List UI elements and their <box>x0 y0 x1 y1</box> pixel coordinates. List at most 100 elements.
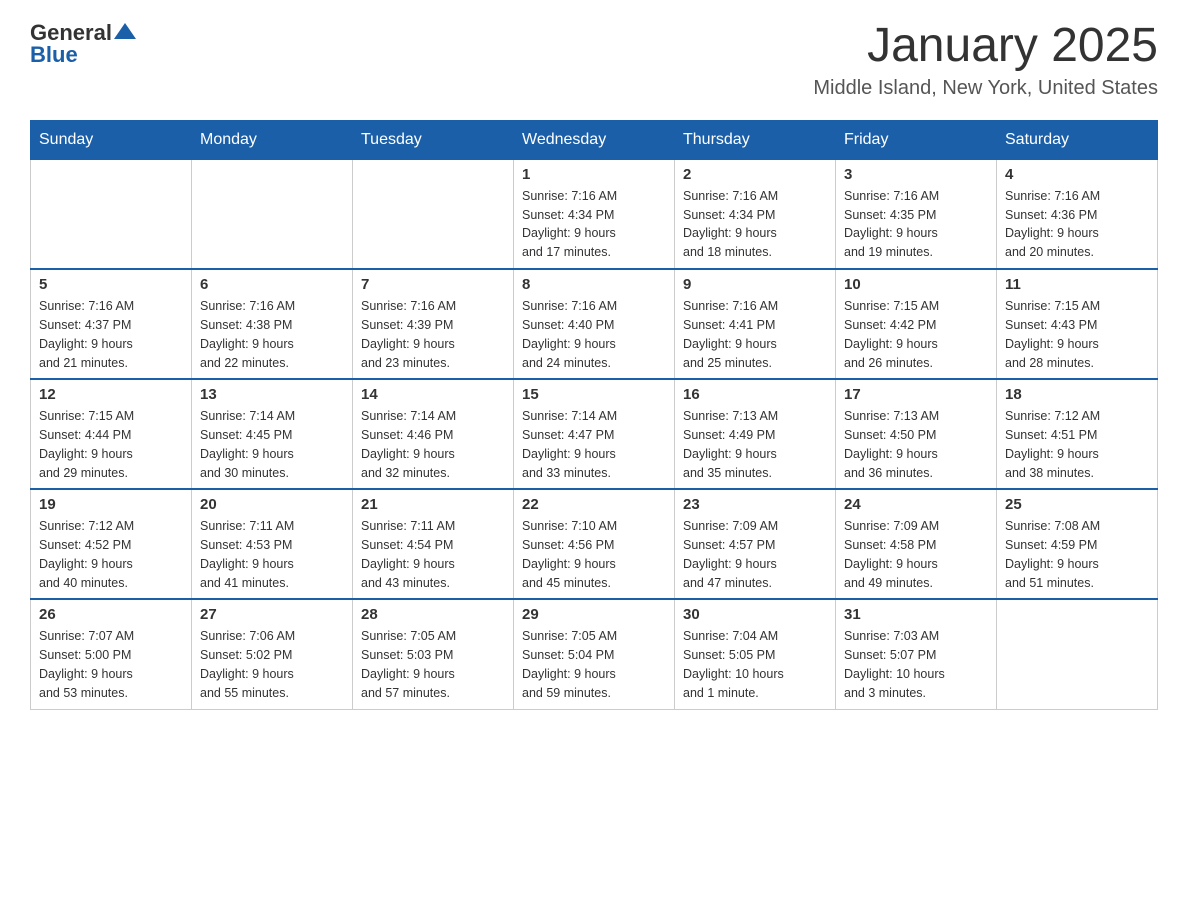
day-number: 4 <box>1005 166 1149 183</box>
weekday-header-tuesday: Tuesday <box>353 120 514 159</box>
day-info: Sunrise: 7:16 AM Sunset: 4:34 PM Dayligh… <box>522 187 666 262</box>
day-info: Sunrise: 7:11 AM Sunset: 4:53 PM Dayligh… <box>200 517 344 592</box>
calendar-cell: 24 Sunrise: 7:09 AM Sunset: 4:58 PM Dayli… <box>836 489 997 599</box>
day-info: Sunrise: 7:15 AM Sunset: 4:43 PM Dayligh… <box>1005 297 1149 372</box>
calendar-cell: 5Sunrise: 7:16 AM Sunset: 4:37 PM Daylig… <box>31 269 192 379</box>
calendar-cell: 7 Sunrise: 7:16 AM Sunset: 4:39 PM Daylig… <box>353 269 514 379</box>
day-number: 5 <box>39 276 183 293</box>
calendar-cell: 21 Sunrise: 7:11 AM Sunset: 4:54 PM Dayli… <box>353 489 514 599</box>
day-info: Sunrise: 7:11 AM Sunset: 4:54 PM Dayligh… <box>361 517 505 592</box>
location-title: Middle Island, New York, United States <box>813 77 1158 100</box>
calendar-cell: 10 Sunrise: 7:15 AM Sunset: 4:42 PM Dayli… <box>836 269 997 379</box>
weekday-header-friday: Friday <box>836 120 997 159</box>
day-number: 13 <box>200 386 344 403</box>
day-info: Sunrise: 7:05 AM Sunset: 5:04 PM Dayligh… <box>522 627 666 702</box>
day-info: Sunrise: 7:16 AM Sunset: 4:36 PM Dayligh… <box>1005 187 1149 262</box>
calendar-cell: 19 Sunrise: 7:12 AM Sunset: 4:52 PM Dayli… <box>31 489 192 599</box>
day-info: Sunrise: 7:16 AM Sunset: 4:39 PM Dayligh… <box>361 297 505 372</box>
calendar-cell <box>192 159 353 269</box>
calendar-cell: 28Sunrise: 7:05 AM Sunset: 5:03 PM Dayli… <box>353 599 514 709</box>
calendar-cell: 27 Sunrise: 7:06 AM Sunset: 5:02 PM Dayli… <box>192 599 353 709</box>
calendar-cell: 23Sunrise: 7:09 AM Sunset: 4:57 PM Dayli… <box>675 489 836 599</box>
month-title: January 2025 <box>813 20 1158 73</box>
calendar-week-row: 1Sunrise: 7:16 AM Sunset: 4:34 PM Daylig… <box>31 159 1158 269</box>
calendar-week-row: 5Sunrise: 7:16 AM Sunset: 4:37 PM Daylig… <box>31 269 1158 379</box>
day-info: Sunrise: 7:14 AM Sunset: 4:47 PM Dayligh… <box>522 407 666 482</box>
day-info: Sunrise: 7:16 AM Sunset: 4:35 PM Dayligh… <box>844 187 988 262</box>
day-number: 16 <box>683 386 827 403</box>
day-info: Sunrise: 7:14 AM Sunset: 4:45 PM Dayligh… <box>200 407 344 482</box>
weekday-header-wednesday: Wednesday <box>514 120 675 159</box>
weekday-header-thursday: Thursday <box>675 120 836 159</box>
day-info: Sunrise: 7:15 AM Sunset: 4:44 PM Dayligh… <box>39 407 183 482</box>
day-info: Sunrise: 7:16 AM Sunset: 4:41 PM Dayligh… <box>683 297 827 372</box>
day-number: 15 <box>522 386 666 403</box>
calendar-cell: 22 Sunrise: 7:10 AM Sunset: 4:56 PM Dayli… <box>514 489 675 599</box>
day-number: 21 <box>361 496 505 513</box>
day-number: 17 <box>844 386 988 403</box>
day-number: 7 <box>361 276 505 293</box>
day-number: 30 <box>683 606 827 623</box>
day-number: 26 <box>39 606 183 623</box>
day-info: Sunrise: 7:10 AM Sunset: 4:56 PM Dayligh… <box>522 517 666 592</box>
day-info: Sunrise: 7:06 AM Sunset: 5:02 PM Dayligh… <box>200 627 344 702</box>
day-number: 3 <box>844 166 988 183</box>
day-number: 19 <box>39 496 183 513</box>
day-number: 20 <box>200 496 344 513</box>
calendar-cell: 8Sunrise: 7:16 AM Sunset: 4:40 PM Daylig… <box>514 269 675 379</box>
day-info: Sunrise: 7:12 AM Sunset: 4:52 PM Dayligh… <box>39 517 183 592</box>
calendar-cell: 30 Sunrise: 7:04 AM Sunset: 5:05 PM Dayli… <box>675 599 836 709</box>
weekday-header-row: SundayMondayTuesdayWednesdayThursdayFrid… <box>31 120 1158 159</box>
day-info: Sunrise: 7:03 AM Sunset: 5:07 PM Dayligh… <box>844 627 988 702</box>
calendar-cell <box>31 159 192 269</box>
calendar-week-row: 19 Sunrise: 7:12 AM Sunset: 4:52 PM Dayli… <box>31 489 1158 599</box>
day-number: 29 <box>522 606 666 623</box>
calendar-cell: 25Sunrise: 7:08 AM Sunset: 4:59 PM Dayli… <box>997 489 1158 599</box>
day-number: 28 <box>361 606 505 623</box>
day-info: Sunrise: 7:04 AM Sunset: 5:05 PM Dayligh… <box>683 627 827 702</box>
day-info: Sunrise: 7:09 AM Sunset: 4:58 PM Dayligh… <box>844 517 988 592</box>
day-number: 27 <box>200 606 344 623</box>
day-number: 11 <box>1005 276 1149 293</box>
calendar-cell: 1Sunrise: 7:16 AM Sunset: 4:34 PM Daylig… <box>514 159 675 269</box>
calendar-cell: 13 Sunrise: 7:14 AM Sunset: 4:45 PM Dayli… <box>192 379 353 489</box>
calendar-cell: 9Sunrise: 7:16 AM Sunset: 4:41 PM Daylig… <box>675 269 836 379</box>
day-info: Sunrise: 7:15 AM Sunset: 4:42 PM Dayligh… <box>844 297 988 372</box>
calendar-cell: 20 Sunrise: 7:11 AM Sunset: 4:53 PM Dayli… <box>192 489 353 599</box>
calendar-week-row: 26Sunrise: 7:07 AM Sunset: 5:00 PM Dayli… <box>31 599 1158 709</box>
day-info: Sunrise: 7:16 AM Sunset: 4:34 PM Dayligh… <box>683 187 827 262</box>
day-number: 2 <box>683 166 827 183</box>
weekday-header-saturday: Saturday <box>997 120 1158 159</box>
weekday-header-sunday: Sunday <box>31 120 192 159</box>
day-number: 23 <box>683 496 827 513</box>
calendar-cell: 14Sunrise: 7:14 AM Sunset: 4:46 PM Dayli… <box>353 379 514 489</box>
day-number: 12 <box>39 386 183 403</box>
calendar-cell: 12 Sunrise: 7:15 AM Sunset: 4:44 PM Dayli… <box>31 379 192 489</box>
logo: General Blue <box>30 20 136 68</box>
day-info: Sunrise: 7:13 AM Sunset: 4:49 PM Dayligh… <box>683 407 827 482</box>
day-number: 14 <box>361 386 505 403</box>
day-info: Sunrise: 7:13 AM Sunset: 4:50 PM Dayligh… <box>844 407 988 482</box>
calendar-cell: 31Sunrise: 7:03 AM Sunset: 5:07 PM Dayli… <box>836 599 997 709</box>
logo-blue-text: Blue <box>30 42 78 68</box>
calendar-cell: 18Sunrise: 7:12 AM Sunset: 4:51 PM Dayli… <box>997 379 1158 489</box>
calendar-cell: 15 Sunrise: 7:14 AM Sunset: 4:47 PM Dayli… <box>514 379 675 489</box>
calendar-cell: 3 Sunrise: 7:16 AM Sunset: 4:35 PM Daylig… <box>836 159 997 269</box>
day-number: 6 <box>200 276 344 293</box>
day-number: 24 <box>844 496 988 513</box>
day-number: 10 <box>844 276 988 293</box>
day-number: 22 <box>522 496 666 513</box>
day-number: 8 <box>522 276 666 293</box>
calendar-cell: 6 Sunrise: 7:16 AM Sunset: 4:38 PM Daylig… <box>192 269 353 379</box>
calendar-cell: 16 Sunrise: 7:13 AM Sunset: 4:49 PM Dayli… <box>675 379 836 489</box>
calendar-cell: 17 Sunrise: 7:13 AM Sunset: 4:50 PM Dayli… <box>836 379 997 489</box>
calendar-cell: 11 Sunrise: 7:15 AM Sunset: 4:43 PM Dayli… <box>997 269 1158 379</box>
calendar-cell: 26Sunrise: 7:07 AM Sunset: 5:00 PM Dayli… <box>31 599 192 709</box>
calendar-cell: 29 Sunrise: 7:05 AM Sunset: 5:04 PM Dayli… <box>514 599 675 709</box>
calendar-table: SundayMondayTuesdayWednesdayThursdayFrid… <box>30 120 1158 710</box>
day-info: Sunrise: 7:16 AM Sunset: 4:38 PM Dayligh… <box>200 297 344 372</box>
header: General Blue January 2025 Middle Island,… <box>30 20 1158 100</box>
calendar-cell: 4 Sunrise: 7:16 AM Sunset: 4:36 PM Daylig… <box>997 159 1158 269</box>
logo-triangle-icon <box>114 21 136 41</box>
calendar-cell <box>353 159 514 269</box>
